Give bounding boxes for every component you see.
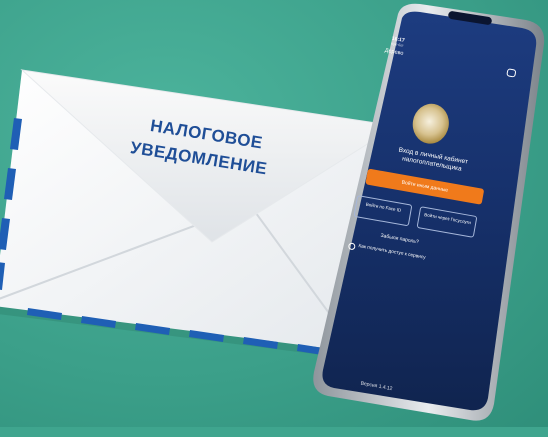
scene: НАЛОГОВОЕ УВЕДОМЛЕНИЕ 16:17 Кукі-бот Дер… (0, 0, 548, 427)
fns-emblem-icon (409, 100, 453, 147)
forgot-password-link[interactable]: Забыли пароль? (380, 233, 419, 246)
help-icon (347, 242, 356, 251)
status-carrier: Кукі-бот (390, 41, 405, 48)
access-help-link[interactable]: Как получить доступ к сервису (358, 244, 426, 261)
welcome-text: Вход в личный кабинет налогоплательщика (398, 146, 469, 173)
app-version: Версия 1.4.12 (360, 380, 393, 393)
back-link[interactable]: Дерево (384, 48, 404, 57)
gosuslugi-login-button[interactable]: Войти через Госуслуги (416, 206, 478, 238)
faceid-login-button[interactable]: Войти по Face ID (353, 195, 413, 227)
chat-icon[interactable] (506, 68, 517, 78)
